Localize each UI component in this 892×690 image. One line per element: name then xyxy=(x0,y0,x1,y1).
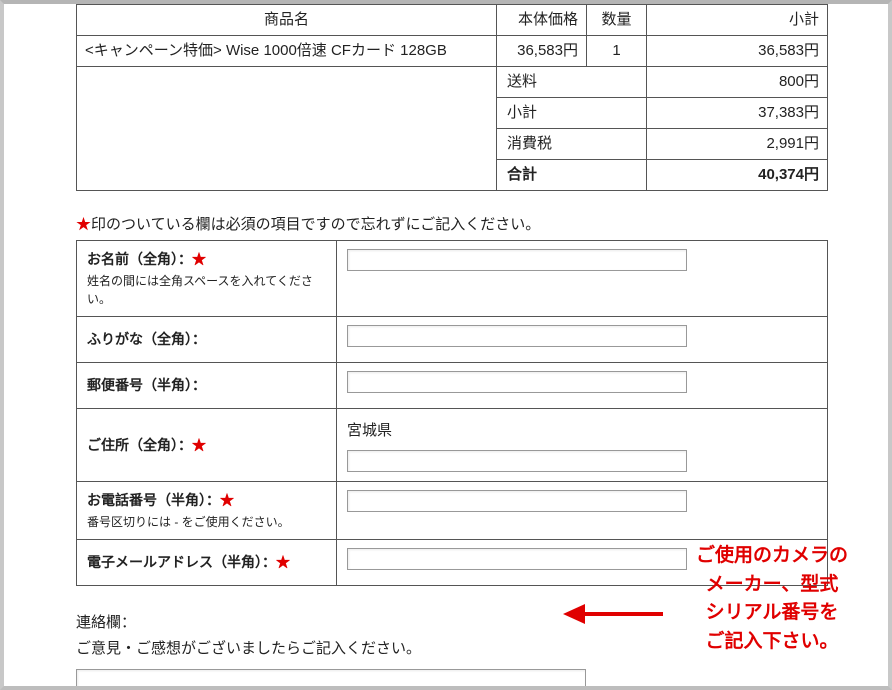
address-prefecture: 宮城県 xyxy=(347,417,817,444)
order-header-name: 商品名 xyxy=(77,5,497,36)
order-subtotal-label: 小計 xyxy=(497,98,647,129)
label-name: お名前（全角）：★ 姓名の間には全角スペースを入れてください。 xyxy=(77,241,337,317)
star-icon: ★ xyxy=(276,554,290,570)
order-item-price: 36,583円 xyxy=(497,36,587,67)
label-zip-text: 郵便番号（半角）： xyxy=(87,377,206,393)
hint-name: 姓名の間には全角スペースを入れてください。 xyxy=(87,272,326,308)
contact-textarea[interactable] xyxy=(76,669,586,690)
order-item-row: <キャンペーン特価> Wise 1000倍速 CFカード 128GB 36,58… xyxy=(77,36,828,67)
order-item-qty: 1 xyxy=(587,36,647,67)
cell-phone-input xyxy=(337,482,828,540)
label-name-text: お名前（全角）： xyxy=(87,251,192,267)
name-input[interactable] xyxy=(347,249,687,271)
zip-input[interactable] xyxy=(347,371,687,393)
row-address: ご住所（全角）：★ 宮城県 xyxy=(77,409,828,482)
star-icon: ★ xyxy=(192,437,206,453)
label-zip: 郵便番号（半角）： xyxy=(77,363,337,409)
order-header-price: 本体価格 xyxy=(497,5,587,36)
row-zip: 郵便番号（半角）： xyxy=(77,363,828,409)
cell-zip-input xyxy=(337,363,828,409)
star-icon: ★ xyxy=(76,216,91,233)
kana-input[interactable] xyxy=(347,325,687,347)
label-email: 電子メールアドレス（半角）：★ xyxy=(77,540,337,586)
required-note-text: 印のついている欄は必須の項目ですので忘れずにご記入ください。 xyxy=(91,216,540,233)
label-phone-text: お電話番号（半角）： xyxy=(87,492,220,508)
required-note: ★印のついている欄は必須の項目ですので忘れずにご記入ください。 xyxy=(76,213,828,234)
customer-form: お名前（全角）：★ 姓名の間には全角スペースを入れてください。 ふりがな（全角）… xyxy=(76,240,828,586)
email-input[interactable] xyxy=(347,548,687,570)
arrow-icon xyxy=(563,602,663,626)
order-header-row: 商品名 本体価格 数量 小計 xyxy=(77,5,828,36)
callout-line-4: ご記入下さい。 xyxy=(696,628,848,657)
phone-input[interactable] xyxy=(347,490,687,512)
order-shipping-label: 送料 xyxy=(497,67,647,98)
order-total-label: 合計 xyxy=(497,160,647,191)
order-item-sub: 36,583円 xyxy=(647,36,828,67)
address-input[interactable] xyxy=(347,450,687,472)
order-total-value: 40,374円 xyxy=(647,160,828,191)
row-phone: お電話番号（半角）：★ 番号区切りには - をご使用ください。 xyxy=(77,482,828,540)
order-subtotal-value: 37,383円 xyxy=(647,98,828,129)
label-kana-text: ふりがな（全角）： xyxy=(87,331,206,347)
label-email-text: 電子メールアドレス（半角）： xyxy=(87,554,276,570)
order-shipping-row: 送料 800円 xyxy=(77,67,828,98)
order-item-name: <キャンペーン特価> Wise 1000倍速 CFカード 128GB xyxy=(77,36,497,67)
hint-phone: 番号区切りには - をご使用ください。 xyxy=(87,513,326,531)
cell-name-input xyxy=(337,241,828,317)
label-address: ご住所（全角）：★ xyxy=(77,409,337,482)
callout-line-2: メーカー、型式 xyxy=(696,571,848,600)
order-tax-label: 消費税 xyxy=(497,129,647,160)
callout-text: ご使用のカメラの メーカー、型式 シリアル番号を ご記入下さい。 xyxy=(696,542,848,656)
order-empty-span xyxy=(77,67,497,191)
order-header-qty: 数量 xyxy=(587,5,647,36)
order-header-subtotal: 小計 xyxy=(647,5,828,36)
row-kana: ふりがな（全角）： xyxy=(77,317,828,363)
label-address-text: ご住所（全角）： xyxy=(87,437,192,453)
label-kana: ふりがな（全角）： xyxy=(77,317,337,363)
callout-line-1: ご使用のカメラの xyxy=(696,542,848,571)
window-frame: 商品名 本体価格 数量 小計 <キャンペーン特価> Wise 1000倍速 CF… xyxy=(0,0,892,690)
star-icon: ★ xyxy=(192,251,206,267)
row-name: お名前（全角）：★ 姓名の間には全角スペースを入れてください。 xyxy=(77,241,828,317)
label-phone: お電話番号（半角）：★ 番号区切りには - をご使用ください。 xyxy=(77,482,337,540)
cell-kana-input xyxy=(337,317,828,363)
order-table: 商品名 本体価格 数量 小計 <キャンペーン特価> Wise 1000倍速 CF… xyxy=(76,4,828,191)
order-shipping-value: 800円 xyxy=(647,67,828,98)
star-icon: ★ xyxy=(220,492,234,508)
callout-line-3: シリアル番号を xyxy=(696,599,848,628)
order-tax-value: 2,991円 xyxy=(647,129,828,160)
cell-address-input: 宮城県 xyxy=(337,409,828,482)
